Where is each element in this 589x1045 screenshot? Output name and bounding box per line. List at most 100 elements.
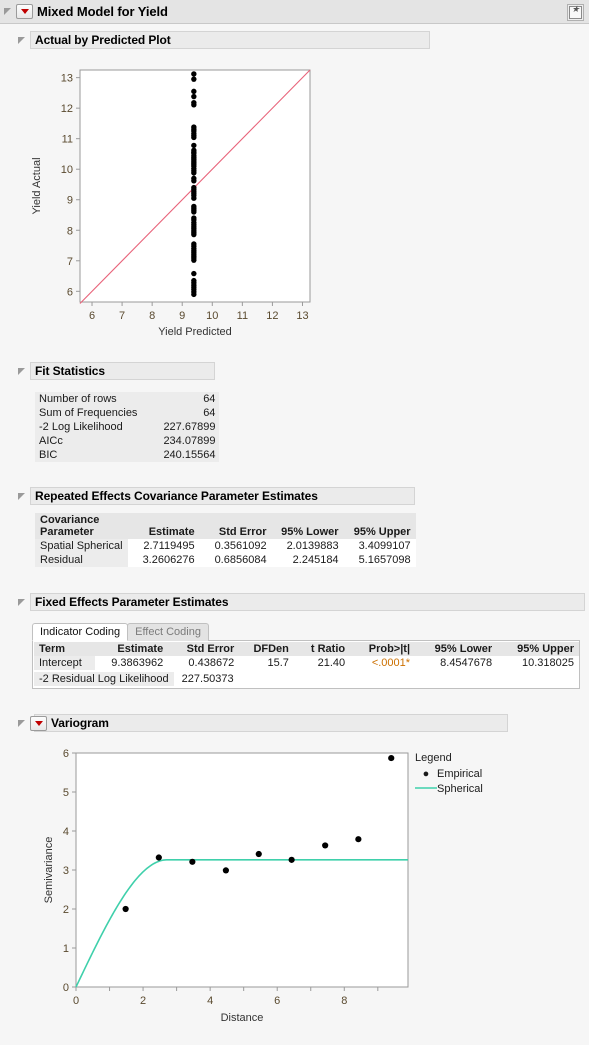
- fit-statistics-disclosure-triangle[interactable]: [18, 367, 27, 376]
- svg-text:12: 12: [61, 103, 73, 115]
- svg-text:13: 13: [61, 73, 73, 85]
- svg-text:11: 11: [62, 134, 73, 146]
- legend-label-spherical: Spherical: [437, 783, 483, 795]
- svg-text:2: 2: [63, 904, 69, 916]
- table-cell: 10.318025: [497, 656, 579, 670]
- table-cell: 9.3863962: [95, 656, 168, 670]
- svg-text:4: 4: [207, 995, 213, 1007]
- table-cell: 15.7: [239, 656, 294, 670]
- table-cell: <.0001*: [350, 656, 415, 670]
- column-header: 95% Lower: [415, 642, 497, 656]
- fixed-effects-tab-group: Indicator CodingEffect Coding TermEstima…: [32, 622, 580, 689]
- table-row: -2 Log Likelihood227.67899: [35, 420, 219, 434]
- legend-title: Legend: [415, 752, 483, 764]
- svg-text:1: 1: [63, 943, 69, 955]
- residual-log-likelihood-value: 227.50373: [174, 672, 242, 686]
- fit-stat-value: 64: [141, 392, 219, 406]
- table-row: Residual3.26062760.68560842.2451845.1657…: [35, 553, 416, 567]
- column-header: Term: [34, 642, 95, 656]
- fit-stat-value: 64: [141, 406, 219, 420]
- fixed-effects-table: TermEstimateStd ErrorDFDent RatioProb>|t…: [34, 642, 579, 670]
- table-row: Sum of Frequencies64: [35, 406, 219, 420]
- repeated-effects-disclosure-triangle[interactable]: [18, 492, 27, 501]
- fit-stat-label: -2 Log Likelihood: [35, 420, 141, 434]
- fit-statistics-title: Fit Statistics: [35, 364, 105, 378]
- window-disclosure-triangle[interactable]: [4, 7, 13, 16]
- table-cell: 2.245184: [272, 553, 344, 567]
- svg-text:Distance: Distance: [221, 1012, 264, 1024]
- fit-stat-value: 240.15564: [141, 448, 219, 462]
- svg-text:Semivariance: Semivariance: [43, 837, 55, 904]
- repeated-effects-header: Repeated Effects Covariance Parameter Es…: [30, 487, 415, 505]
- fit-stat-label: BIC: [35, 448, 141, 462]
- table-cell: 3.2606276: [128, 553, 200, 567]
- legend-label-empirical: Empirical: [437, 768, 482, 780]
- table-cell: Intercept: [34, 656, 95, 670]
- red-triangle-menu-icon[interactable]: [16, 4, 33, 19]
- residual-log-likelihood-label: -2 Residual Log Likelihood: [34, 672, 174, 686]
- actual-by-predicted-title: Actual by Predicted Plot: [35, 33, 171, 47]
- window-restore-icon[interactable]: [567, 4, 584, 21]
- svg-text:4: 4: [63, 826, 69, 838]
- repeated-effects-title: Repeated Effects Covariance Parameter Es…: [35, 489, 318, 503]
- section-variogram: Variogram: [18, 714, 51, 732]
- table-cell: 2.7119495: [128, 539, 200, 553]
- table-header-row: CovarianceParameterEstimateStd Error95% …: [35, 513, 416, 539]
- column-header: Std Error: [200, 513, 272, 539]
- table-cell: 0.6856084: [200, 553, 272, 567]
- table-cell: Residual: [35, 553, 128, 567]
- svg-text:10: 10: [206, 310, 218, 322]
- column-header: 95% Upper: [497, 642, 579, 656]
- svg-text:8: 8: [341, 995, 347, 1007]
- table-cell: 0.438672: [168, 656, 239, 670]
- section-repeated-effects: Repeated Effects Covariance Parameter Es…: [18, 487, 415, 505]
- fit-stat-value: 227.67899: [141, 420, 219, 434]
- svg-text:Yield Actual: Yield Actual: [31, 157, 43, 214]
- variogram-legend: Legend ● Empirical Spherical: [415, 752, 483, 795]
- table-cell: 0.3561092: [200, 539, 272, 553]
- fixed-effects-header: Fixed Effects Parameter Estimates: [30, 593, 585, 611]
- fit-stat-value: 234.07899: [141, 434, 219, 448]
- table-cell: 8.4547678: [415, 656, 497, 670]
- svg-text:12: 12: [266, 310, 278, 322]
- column-header: DFDen: [239, 642, 294, 656]
- svg-text:5: 5: [63, 787, 69, 799]
- fixed-effects-footer: -2 Residual Log Likelihood 227.50373: [34, 672, 579, 686]
- fixed-effects-title: Fixed Effects Parameter Estimates: [35, 595, 228, 609]
- svg-text:13: 13: [296, 310, 308, 322]
- svg-text:6: 6: [67, 286, 73, 298]
- svg-text:8: 8: [67, 225, 73, 237]
- column-header-covariance-parameter: CovarianceParameter: [35, 513, 128, 539]
- fit-statistics-table: Number of rows64Sum of Frequencies64-2 L…: [35, 392, 219, 462]
- legend-item-empirical[interactable]: ● Empirical: [415, 768, 483, 780]
- legend-line-icon: [415, 783, 437, 795]
- variogram-chart: 012345602468DistanceSemivariance: [40, 745, 430, 1035]
- fixed-effects-tabbar: Indicator CodingEffect Coding: [32, 622, 580, 641]
- actual-by-predicted-disclosure-triangle[interactable]: [18, 36, 27, 45]
- svg-text:6: 6: [63, 748, 69, 760]
- svg-text:7: 7: [119, 310, 125, 322]
- tab-effect-coding[interactable]: Effect Coding: [127, 623, 209, 641]
- column-header: Prob>|t|: [350, 642, 415, 656]
- section-actual-by-predicted: Actual by Predicted Plot: [18, 31, 430, 49]
- column-header: 95% Lower: [272, 513, 344, 539]
- column-header: Estimate: [128, 513, 200, 539]
- table-cell: 21.40: [294, 656, 350, 670]
- actual-by-predicted-chart: 678910111213678910111213Yield PredictedY…: [22, 56, 322, 356]
- svg-text:0: 0: [73, 995, 79, 1007]
- svg-text:Yield Predicted: Yield Predicted: [158, 326, 232, 338]
- fixed-effects-disclosure-triangle[interactable]: [18, 598, 27, 607]
- tab-indicator-coding[interactable]: Indicator Coding: [32, 623, 128, 641]
- fit-stat-label: Number of rows: [35, 392, 141, 406]
- column-header: t Ratio: [294, 642, 350, 656]
- legend-item-spherical[interactable]: Spherical: [415, 783, 483, 795]
- variogram-disclosure-triangle[interactable]: [18, 719, 27, 728]
- table-row: AICc234.07899: [35, 434, 219, 448]
- svg-text:10: 10: [61, 164, 73, 176]
- actual-by-predicted-header: Actual by Predicted Plot: [30, 31, 430, 49]
- svg-text:0: 0: [63, 982, 69, 994]
- variogram-red-triangle-menu-icon[interactable]: [30, 716, 47, 731]
- repeated-effects-table: CovarianceParameterEstimateStd Error95% …: [35, 513, 416, 567]
- section-fit-statistics: Fit Statistics: [18, 362, 215, 380]
- legend-dot-icon: ●: [415, 768, 437, 780]
